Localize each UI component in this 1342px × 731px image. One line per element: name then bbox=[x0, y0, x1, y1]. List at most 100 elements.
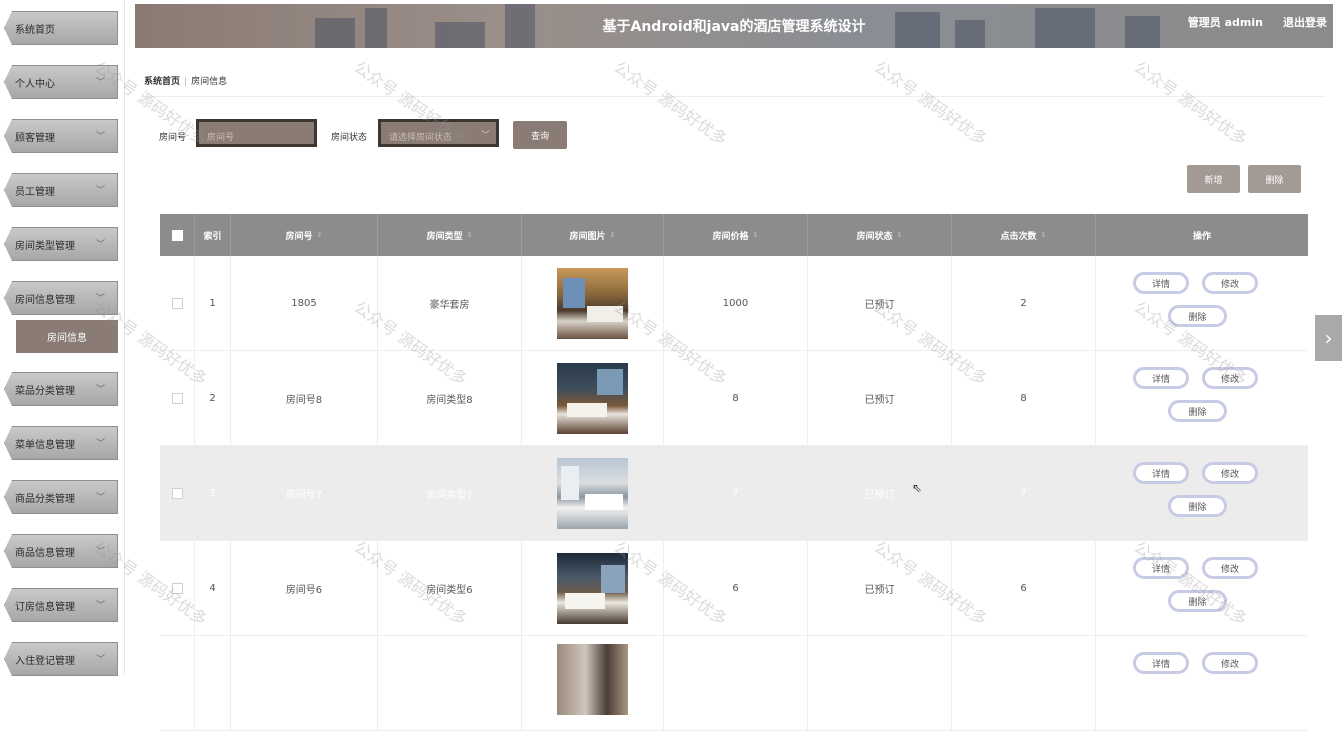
row-select-cell bbox=[160, 446, 195, 540]
row-checkbox[interactable] bbox=[171, 297, 183, 309]
sidebar-item-checkin[interactable]: 入住登记管理 ﹀ bbox=[4, 642, 118, 676]
sort-icon[interactable]: ⇕ bbox=[897, 231, 903, 239]
room-no-placeholder: 房间号 bbox=[207, 133, 235, 143]
chevron-down-icon: ﹀ bbox=[95, 132, 105, 142]
column-header-clicks[interactable]: 点击次数 ⇕ bbox=[952, 214, 1096, 256]
row-checkbox[interactable] bbox=[171, 392, 183, 404]
add-button[interactable]: 新增 bbox=[1187, 165, 1240, 193]
room-status-select[interactable]: 请选择房间状态 ﹀ bbox=[378, 119, 499, 147]
column-header-room-no[interactable]: 房间号 ⇕ bbox=[231, 214, 378, 256]
cell-price: 1000 bbox=[664, 256, 808, 350]
breadcrumb-current: 房间信息 bbox=[191, 77, 228, 87]
sidebar-item-staff[interactable]: 员工管理 ﹀ bbox=[4, 173, 118, 207]
sidebar-item-label: 商品信息管理 bbox=[15, 547, 75, 559]
edit-button[interactable]: 修改 bbox=[1202, 462, 1258, 484]
column-header-label: 房间号 bbox=[285, 231, 313, 242]
cell-price: 6 bbox=[664, 541, 808, 635]
column-header-price[interactable]: 房间价格 ⇕ bbox=[664, 214, 808, 256]
column-header-status[interactable]: 房间状态 ⇕ bbox=[808, 214, 952, 256]
edit-button[interactable]: 修改 bbox=[1202, 652, 1258, 674]
detail-button[interactable]: 详情 bbox=[1133, 367, 1189, 389]
cell-status bbox=[808, 636, 952, 730]
delete-button[interactable]: 删除 bbox=[1168, 400, 1227, 422]
sidebar-item-menu-info[interactable]: 菜单信息管理 ﹀ bbox=[4, 426, 118, 460]
cell-room-type: 房间类型6 bbox=[378, 541, 522, 635]
column-header-label: 操作 bbox=[1192, 231, 1211, 242]
row-actions: 详情 修改 bbox=[1096, 636, 1308, 730]
cell-room-image bbox=[522, 351, 664, 445]
chevron-down-icon: ﹀ bbox=[95, 240, 105, 250]
detail-button[interactable]: 详情 bbox=[1133, 557, 1189, 579]
sidebar-item-room-types[interactable]: 房间类型管理 ﹀ bbox=[4, 227, 118, 261]
room-status-placeholder: 请选择房间状态 bbox=[389, 133, 453, 143]
sidebar-subitem-room-info[interactable]: 房间信息 bbox=[16, 320, 118, 353]
row-select-cell bbox=[160, 256, 195, 350]
cell-room-image bbox=[522, 541, 664, 635]
delete-button[interactable]: 删除 bbox=[1168, 305, 1227, 327]
select-all-checkbox[interactable] bbox=[171, 229, 183, 241]
sort-icon[interactable]: ⇕ bbox=[467, 231, 473, 239]
detail-button[interactable]: 详情 bbox=[1133, 272, 1189, 294]
sidebar-item-label: 订房信息管理 bbox=[15, 601, 75, 613]
breadcrumb-home[interactable]: 系统首页 bbox=[144, 77, 180, 87]
cell-price: 8 bbox=[664, 351, 808, 445]
room-image[interactable] bbox=[557, 267, 628, 339]
row-checkbox[interactable] bbox=[171, 487, 183, 499]
edit-button[interactable]: 修改 bbox=[1202, 557, 1258, 579]
room-table: 索引 房间号 ⇕ 房间类型 ⇕ 房间图片 ⇕ 房间价格 ⇕ 房间状态 ⇕ 点击次数 ⇕ 操作… bbox=[160, 214, 1308, 731]
column-header-room-type[interactable]: 房间类型 ⇕ bbox=[378, 214, 522, 256]
select-all-cell bbox=[160, 214, 195, 256]
chevron-down-icon: ﹀ bbox=[95, 493, 105, 503]
delete-button[interactable]: 删除 bbox=[1168, 495, 1227, 517]
cell-actions: 详情 修改 删除 bbox=[1096, 541, 1308, 635]
sidebar-item-goods-info[interactable]: 商品信息管理 ﹀ bbox=[4, 534, 118, 568]
cell-status: 已预订 bbox=[808, 351, 952, 445]
cell-clicks: 6 bbox=[952, 541, 1096, 635]
cell-room-no: 房间号8 bbox=[231, 351, 378, 445]
mouse-cursor-icon: ⇖ bbox=[912, 481, 923, 495]
sidebar-item-label: 菜单信息管理 bbox=[15, 439, 75, 451]
room-no-input[interactable]: 房间号 bbox=[196, 119, 317, 147]
cell-room-type bbox=[378, 636, 522, 730]
table-row: 4 房间号6 房间类型6 6 已预订 6 详情 修改 删除 bbox=[160, 541, 1308, 636]
cell-room-type: 豪华套房 bbox=[378, 256, 522, 350]
detail-button[interactable]: 详情 bbox=[1133, 462, 1189, 484]
sidebar-item-room-info[interactable]: 房间信息管理 ﹀ bbox=[4, 281, 118, 315]
cell-room-type: 房间类型7 bbox=[378, 446, 522, 540]
sort-icon[interactable]: ⇕ bbox=[1041, 231, 1047, 239]
sidebar-item-customers[interactable]: 顾客管理 ﹀ bbox=[4, 119, 118, 153]
table-header: 索引 房间号 ⇕ 房间类型 ⇕ 房间图片 ⇕ 房间价格 ⇕ 房间状态 ⇕ 点击次数 ⇕ 操作 bbox=[160, 214, 1308, 256]
sort-icon[interactable]: ⇕ bbox=[753, 231, 759, 239]
row-checkbox[interactable] bbox=[171, 582, 183, 594]
sidebar-item-label: 系统首页 bbox=[15, 24, 55, 36]
column-header-room-image[interactable]: 房间图片 ⇕ bbox=[522, 214, 664, 256]
cell-room-no: 房间号7 bbox=[231, 446, 378, 540]
sort-icon[interactable]: ⇕ bbox=[317, 231, 323, 239]
chevron-right-icon[interactable]: › bbox=[1315, 315, 1342, 361]
cell-room-no: 1805 bbox=[231, 256, 378, 350]
table-row: 详情 修改 bbox=[160, 636, 1308, 731]
room-image[interactable] bbox=[557, 362, 628, 434]
logout-link[interactable]: 退出登录 bbox=[1283, 14, 1327, 30]
sidebar-item-home[interactable]: 系统首页 bbox=[4, 11, 118, 45]
detail-button[interactable]: 详情 bbox=[1133, 652, 1189, 674]
sidebar-item-dish-categories[interactable]: 菜品分类管理 ﹀ bbox=[4, 372, 118, 406]
cell-index: 4 bbox=[195, 541, 231, 635]
sidebar-item-personal-center[interactable]: 个人中心 ﹀ bbox=[4, 65, 118, 99]
cell-status: 已预订 bbox=[808, 541, 952, 635]
room-image[interactable] bbox=[557, 552, 628, 624]
chevron-down-icon: ﹀ bbox=[480, 131, 490, 141]
sort-icon[interactable]: ⇕ bbox=[610, 231, 616, 239]
cell-price bbox=[664, 636, 808, 730]
query-button[interactable]: 查询 bbox=[513, 121, 567, 149]
room-image[interactable] bbox=[557, 644, 628, 715]
room-image[interactable] bbox=[557, 457, 628, 529]
sidebar-item-goods-categories[interactable]: 商品分类管理 ﹀ bbox=[4, 480, 118, 514]
sidebar-item-label: 员工管理 bbox=[15, 186, 55, 198]
cell-clicks: 2 bbox=[952, 256, 1096, 350]
delete-button[interactable]: 删除 bbox=[1168, 590, 1227, 612]
edit-button[interactable]: 修改 bbox=[1202, 367, 1258, 389]
bulk-delete-button[interactable]: 删除 bbox=[1248, 165, 1301, 193]
sidebar-item-bookings[interactable]: 订房信息管理 ﹀ bbox=[4, 588, 118, 622]
edit-button[interactable]: 修改 bbox=[1202, 272, 1258, 294]
